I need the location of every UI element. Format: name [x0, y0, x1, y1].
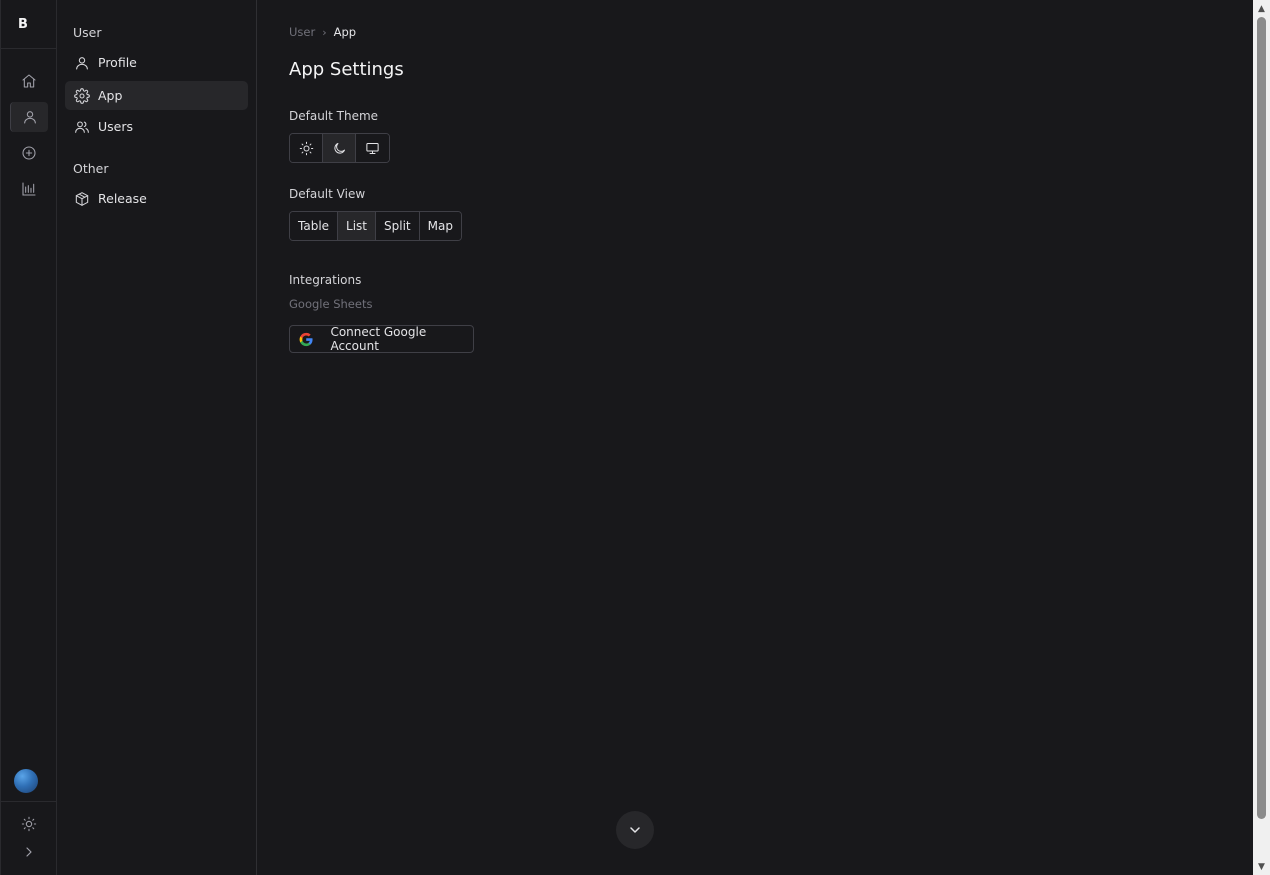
home-icon	[22, 74, 36, 88]
sun-icon	[299, 141, 313, 155]
sidebar-group-other: Other	[73, 161, 109, 176]
breadcrumb-current: App	[333, 25, 357, 39]
sidebar-item-profile[interactable]: Profile	[65, 48, 248, 77]
theme-toggle-button[interactable]	[10, 809, 48, 839]
sidebar-item-release[interactable]: Release	[65, 184, 248, 213]
gear-icon	[74, 87, 90, 104]
default-view-label: Default View	[289, 187, 366, 201]
chevron-down-icon	[630, 827, 640, 833]
plus-circle-icon	[22, 146, 36, 160]
sun-icon	[21, 816, 37, 832]
users-icon	[75, 120, 89, 133]
theme-selector	[289, 133, 390, 163]
avatar[interactable]	[14, 769, 38, 793]
breadcrumb: User › App	[289, 25, 356, 39]
app-logo-letter: B	[18, 16, 28, 32]
sidebar-item-label: Profile	[98, 55, 137, 70]
theme-dark-button[interactable]	[323, 134, 356, 162]
integrations-label: Integrations	[289, 273, 362, 287]
sidebar-item-label: Users	[98, 119, 134, 134]
vertical-scrollbar[interactable]: ▲ ▼	[1253, 0, 1270, 875]
monitor-icon	[366, 142, 379, 154]
rail-home-button[interactable]	[10, 66, 48, 96]
scroll-down-button[interactable]	[616, 811, 654, 849]
rail-divider	[1, 801, 57, 802]
sidebar-item-app[interactable]: App	[65, 81, 248, 110]
main-content: User › App App Settings Default Theme De…	[258, 0, 1253, 875]
breadcrumb-parent[interactable]: User	[289, 25, 315, 39]
sidebar-item-label: Release	[98, 191, 147, 206]
breadcrumb-separator-icon: ›	[322, 25, 327, 39]
connect-google-button[interactable]: Connect Google Account	[289, 325, 474, 353]
scrollbar-thumb[interactable]	[1257, 17, 1266, 819]
sidebar-group-user: User	[73, 25, 102, 40]
app-logo[interactable]: B	[1, 0, 57, 49]
sidebar-item-users[interactable]: Users	[65, 112, 248, 141]
scroll-down-arrow-icon[interactable]: ▼	[1253, 858, 1270, 875]
page-title: App Settings	[289, 59, 404, 80]
view-split-button[interactable]: Split	[376, 212, 420, 240]
google-icon	[299, 332, 313, 346]
view-table-button[interactable]: Table	[290, 212, 339, 240]
connect-google-label: Connect Google Account	[330, 325, 427, 353]
bar-chart-icon	[22, 182, 36, 196]
user-icon	[23, 111, 36, 124]
chevron-right-icon	[26, 847, 32, 857]
user-icon	[76, 56, 88, 70]
expand-sidebar-button[interactable]	[10, 837, 48, 867]
theme-light-button[interactable]	[290, 134, 323, 162]
google-sheets-label: Google Sheets	[289, 297, 373, 311]
view-selector: Table List Split Map	[289, 211, 462, 241]
rail-stats-button[interactable]	[10, 174, 48, 204]
sidebar-item-label: App	[98, 88, 123, 103]
settings-sidebar: User Profile App Users Other Release	[57, 0, 257, 875]
view-map-button[interactable]: Map	[419, 212, 461, 240]
scroll-up-arrow-icon[interactable]: ▲	[1253, 0, 1270, 17]
view-list-button[interactable]: List	[338, 212, 377, 240]
theme-system-button[interactable]	[356, 134, 389, 162]
icon-rail: B	[0, 0, 57, 875]
moon-icon	[333, 142, 345, 154]
default-theme-label: Default Theme	[289, 109, 379, 123]
rail-user-button[interactable]	[10, 102, 48, 132]
package-icon	[75, 191, 89, 206]
rail-add-button[interactable]	[10, 138, 48, 168]
